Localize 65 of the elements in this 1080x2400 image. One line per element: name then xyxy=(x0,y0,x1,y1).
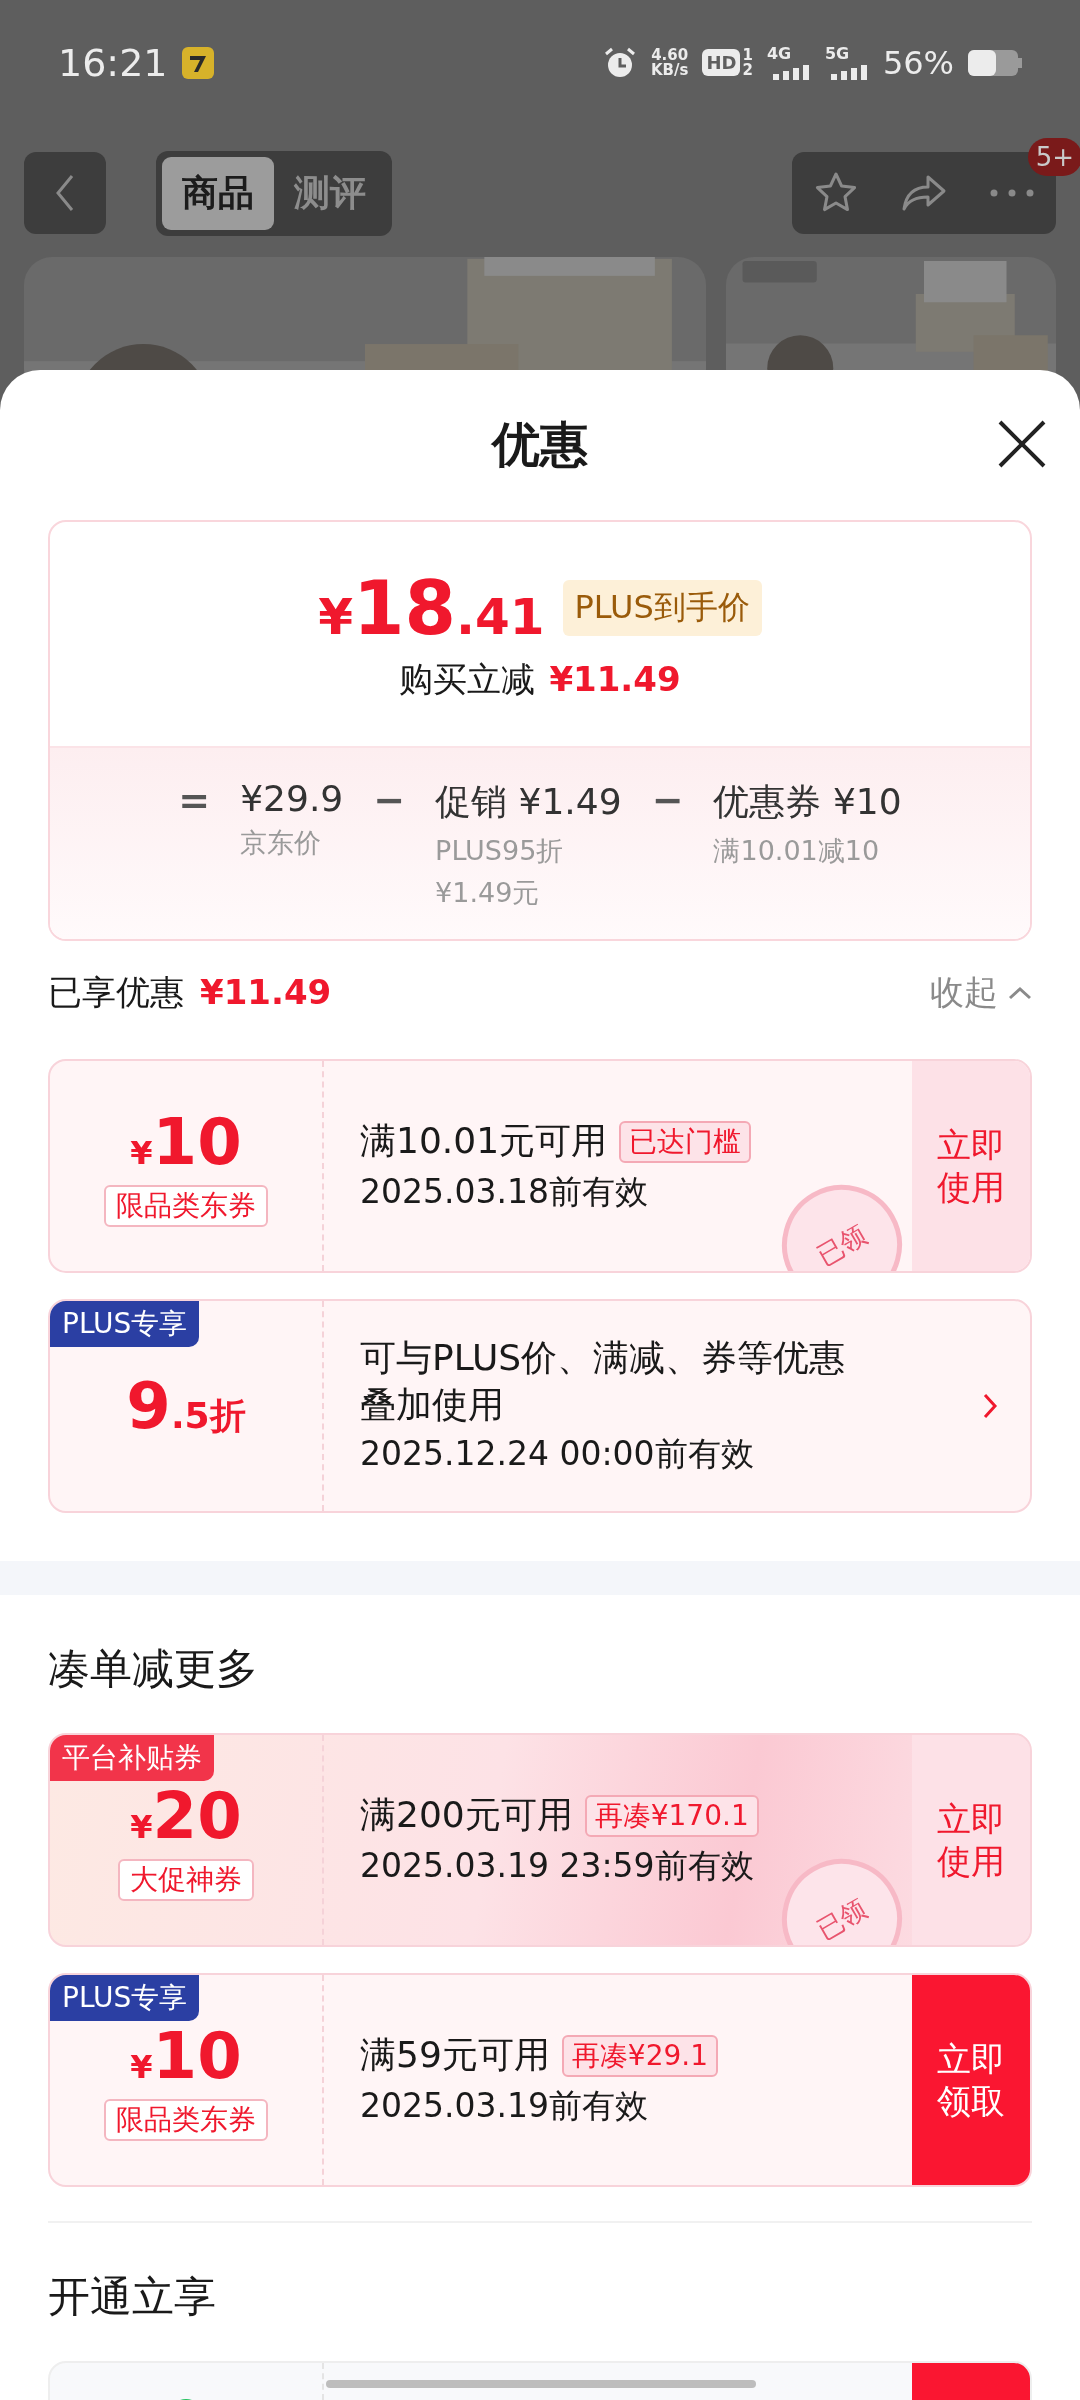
coupon-amount: ¥10 xyxy=(130,2019,242,2093)
final-price: ¥18.41 xyxy=(318,565,545,651)
coupon-action-button[interactable]: 立即使用 xyxy=(912,1735,1030,1945)
breakdown-note: PLUS95折 xyxy=(435,834,565,868)
status-time: 16:21 xyxy=(58,40,168,85)
saving-label: 购买立减 xyxy=(399,658,536,701)
share-icon xyxy=(900,173,948,213)
condition-tag: 再凑¥29.1 xyxy=(561,2034,718,2077)
chevron-icon xyxy=(1008,986,1032,1000)
coupon-condition: 满10.01元可用 xyxy=(360,1119,608,1163)
battery-level: 56% xyxy=(882,43,954,82)
section-title: 凑单减更多 xyxy=(48,1643,259,1695)
discount-description: 可与PLUS价、满减、券等优惠叠加使用 xyxy=(360,1335,847,1427)
condition-tag: 再凑¥170.1 xyxy=(584,1794,759,1837)
coupon-amount: ¥20 xyxy=(130,1779,242,1853)
speed-unit: KB/s xyxy=(650,62,689,78)
discount-value: 9.5折 xyxy=(126,1369,246,1443)
breakdown-note: 京东价 xyxy=(240,826,323,860)
expiry-text: 2025.03.19前有效 xyxy=(360,2085,649,2127)
coupon-type-label: 限品类东券 xyxy=(104,1185,268,1227)
breakdown-note: ¥1.49元 xyxy=(435,876,541,910)
sim-number: 1 xyxy=(742,47,753,63)
sim-number: 2 xyxy=(742,62,753,78)
chevron-right-icon xyxy=(982,1392,998,1420)
network-type: 5G xyxy=(824,45,850,62)
section-title: 开通立享 xyxy=(48,2271,217,2323)
breakdown-value: 优惠券 ¥10 xyxy=(713,780,902,824)
expiry-text: 2025.03.19 23:59前有效 xyxy=(360,1845,755,1887)
expiry-text: 2025.03.18前有效 xyxy=(360,1171,649,1213)
page-tab[interactable]: 测评 xyxy=(274,156,386,230)
enjoyed-amount: ¥11.49 xyxy=(200,972,332,1012)
price-tag: PLUS到手价 xyxy=(562,580,762,636)
coupon-condition: 满200元可用 xyxy=(360,1793,573,1837)
coupon-tag: PLUS专享 xyxy=(50,1301,200,1347)
back-icon xyxy=(54,173,76,213)
collapse-toggle[interactable]: 收起 xyxy=(930,970,1032,1016)
back-button[interactable] xyxy=(24,152,106,234)
notification-badge: 5+ xyxy=(1027,138,1080,176)
breakdown-value: 促销 ¥1.49 xyxy=(435,780,622,824)
coupon-action-button[interactable]: 立即使用 xyxy=(912,1061,1030,1271)
coupon-tag: 平台补贴券 xyxy=(50,1735,214,1781)
breakdown-note: 满10.01减10 xyxy=(713,834,881,868)
page-tab[interactable]: 商品 xyxy=(162,156,274,230)
hd-indicator: HD xyxy=(702,49,741,76)
coupon-type-label: 限品类东券 xyxy=(104,2099,268,2141)
network-speed: 4.60 xyxy=(651,47,689,63)
saving-amount: ¥11.49 xyxy=(549,659,681,699)
coupon-type-label: 大促神券 xyxy=(118,1859,254,1901)
coupon-tag: PLUS专享 xyxy=(50,1975,200,2021)
enjoyed-label: 已享优惠 xyxy=(48,971,184,1014)
condition-tag: 已达门槛 xyxy=(619,1120,752,1163)
more-icon xyxy=(990,189,1034,197)
alarm-icon xyxy=(602,45,637,80)
coupon-condition: 满59元可用 xyxy=(360,2033,550,2077)
coupon-action-button[interactable]: 立即领取 xyxy=(912,1975,1030,2185)
battery-icon xyxy=(968,49,1022,76)
sheet-title: 优惠 xyxy=(492,415,588,474)
breakdown-value: ¥29.9 xyxy=(240,778,344,819)
expiry-text: 2025.12.24 00:00前有效 xyxy=(360,1433,755,1476)
coupon-amount: ¥10 xyxy=(130,1105,242,1179)
operator-sign: = xyxy=(178,778,211,822)
network-type: 4G xyxy=(766,45,792,62)
operator-sign: − xyxy=(373,778,406,822)
app-icon xyxy=(181,46,214,79)
operator-sign: − xyxy=(651,778,684,822)
